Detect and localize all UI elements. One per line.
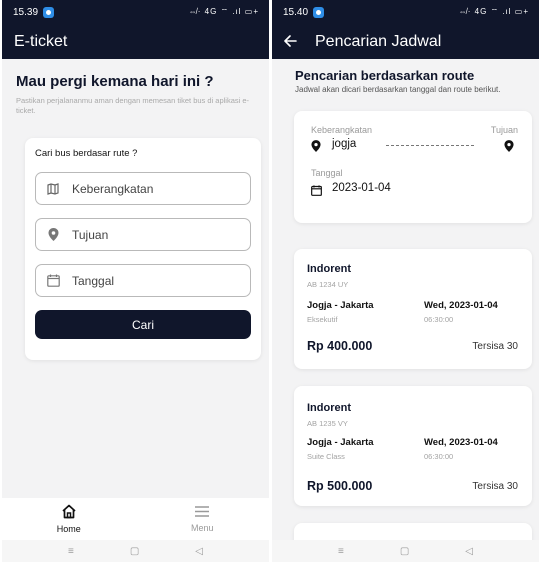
status-time: 15.40 <box>283 6 309 18</box>
system-menu-icon[interactable]: ≡ <box>68 546 74 557</box>
bus-time: 06:30:00 <box>424 452 454 461</box>
bus-class: Eksekutif <box>307 315 338 324</box>
section-subtitle: Jadwal akan dicari berdasarkan tanggal d… <box>295 85 501 94</box>
date-label: Tanggal <box>311 168 343 178</box>
status-left: 15.40 <box>283 6 325 18</box>
date-value: 2023-01-04 <box>332 182 391 194</box>
location-pin-icon <box>311 139 321 157</box>
departure-field[interactable]: Keberangkatan <box>35 172 251 205</box>
map-icon <box>46 182 60 195</box>
app-title: E-ticket <box>14 32 68 50</box>
date-placeholder: Tanggal <box>72 273 115 288</box>
departure-label: Keberangkatan <box>311 125 373 135</box>
bus-operator: Indorent <box>307 263 351 275</box>
notification-icon <box>313 6 325 18</box>
bus-date: Wed, 2023-01-04 <box>424 300 498 311</box>
bus-class: Suite Class <box>307 452 345 461</box>
section-title: Pencarian berdasarkan route <box>295 68 475 83</box>
app-bar: Pencarian Jadwal <box>272 24 539 59</box>
destination-placeholder: Tujuan <box>72 227 109 242</box>
seats-remaining: Tersisa 30 <box>472 341 518 352</box>
schedule-card[interactable]: Indorent AB 1235 VY Jogja - Jakarta Wed,… <box>294 386 532 506</box>
nav-home-label: Home <box>56 524 81 534</box>
status-bar: 15.39 ⇎· 4G ⌔ .ıl ▭+ <box>2 0 269 24</box>
notification-icon <box>43 6 55 18</box>
route-dashed-line <box>386 145 474 146</box>
location-pin-icon <box>46 228 60 241</box>
form-label: Cari bus berdasar rute ? <box>35 148 138 159</box>
system-menu-icon[interactable]: ≡ <box>338 546 344 557</box>
app-title: Pencarian Jadwal <box>315 32 442 50</box>
departure-placeholder: Keberangkatan <box>72 181 154 196</box>
bus-code: AB 1234 UY <box>307 280 349 289</box>
hero-heading: Mau pergi kemana hari ini ? <box>16 73 214 90</box>
destination-pin-icon <box>504 139 514 157</box>
bus-code: AB 1235 VY <box>307 419 348 428</box>
bus-route: Jogja - Jakarta <box>307 437 374 448</box>
nav-menu[interactable]: Menu <box>136 498 270 540</box>
date-field[interactable]: Tanggal <box>35 264 251 297</box>
search-results-screen: 15.40 ⇎· 4G ⌔ .ıl ▭+ Pencarian Jadwal Pe… <box>272 0 539 562</box>
bus-time: 06:30:00 <box>424 315 454 324</box>
departure-value: jogja <box>332 138 357 150</box>
system-nav-bar: ≡ ▢ ◁ <box>2 540 269 562</box>
bus-price: Rp 500.000 <box>307 479 373 493</box>
bus-operator: Indorent <box>307 402 351 414</box>
system-back-icon[interactable]: ◁ <box>465 546 473 557</box>
destination-field[interactable]: Tujuan <box>35 218 251 251</box>
system-nav-bar: ≡ ▢ ◁ <box>272 540 539 562</box>
bottom-nav: Home Menu <box>2 498 269 540</box>
system-home-icon[interactable]: ▢ <box>400 546 409 557</box>
section-header: Pencarian berdasarkan route Jadwal akan … <box>272 59 539 94</box>
screenshot-canvas: 15.39 ⇎· 4G ⌔ .ıl ▭+ E-ticket Mau pergi … <box>0 0 541 562</box>
calendar-icon <box>46 274 60 287</box>
menu-icon <box>194 505 210 520</box>
status-icons: ⇎· 4G ⌔ .ıl ▭+ <box>458 7 529 16</box>
nav-menu-label: Menu <box>190 523 214 533</box>
system-home-icon[interactable]: ▢ <box>130 546 139 557</box>
status-icons: ⇎· 4G ⌔ .ıl ▭+ <box>188 7 259 16</box>
bus-price: Rp 400.000 <box>307 339 373 353</box>
route-summary-card: Keberangkatan Tujuan jogja Tanggal 2023-… <box>294 111 532 223</box>
bus-date: Wed, 2023-01-04 <box>424 437 498 448</box>
eticket-home-screen: 15.39 ⇎· 4G ⌔ .ıl ▭+ E-ticket Mau pergi … <box>2 0 269 562</box>
schedule-card[interactable]: Indorent AB 1234 UY Jogja - Jakarta Wed,… <box>294 249 532 369</box>
hero-section: Mau pergi kemana hari ini ? Pastikan per… <box>2 59 269 116</box>
nav-home[interactable]: Home <box>2 498 136 540</box>
seats-remaining: Tersisa 30 <box>472 481 518 492</box>
status-left: 15.39 <box>13 6 55 18</box>
hero-subtext: Pastikan perjalananmu aman dengan memesa… <box>16 96 250 115</box>
bus-route: Jogja - Jakarta <box>307 300 374 311</box>
search-form-card: Cari bus berdasar rute ? Keberangkatan T… <box>25 138 261 360</box>
home-icon <box>61 504 77 521</box>
status-bar: 15.40 ⇎· 4G ⌔ .ıl ▭+ <box>272 0 539 24</box>
status-time: 15.39 <box>13 6 39 18</box>
system-back-icon[interactable]: ◁ <box>195 546 203 557</box>
search-button[interactable]: Cari <box>35 310 251 339</box>
app-bar: E-ticket <box>2 24 269 59</box>
calendar-icon <box>311 183 322 201</box>
back-arrow-icon[interactable] <box>284 33 297 50</box>
destination-label: Tujuan <box>490 125 518 135</box>
